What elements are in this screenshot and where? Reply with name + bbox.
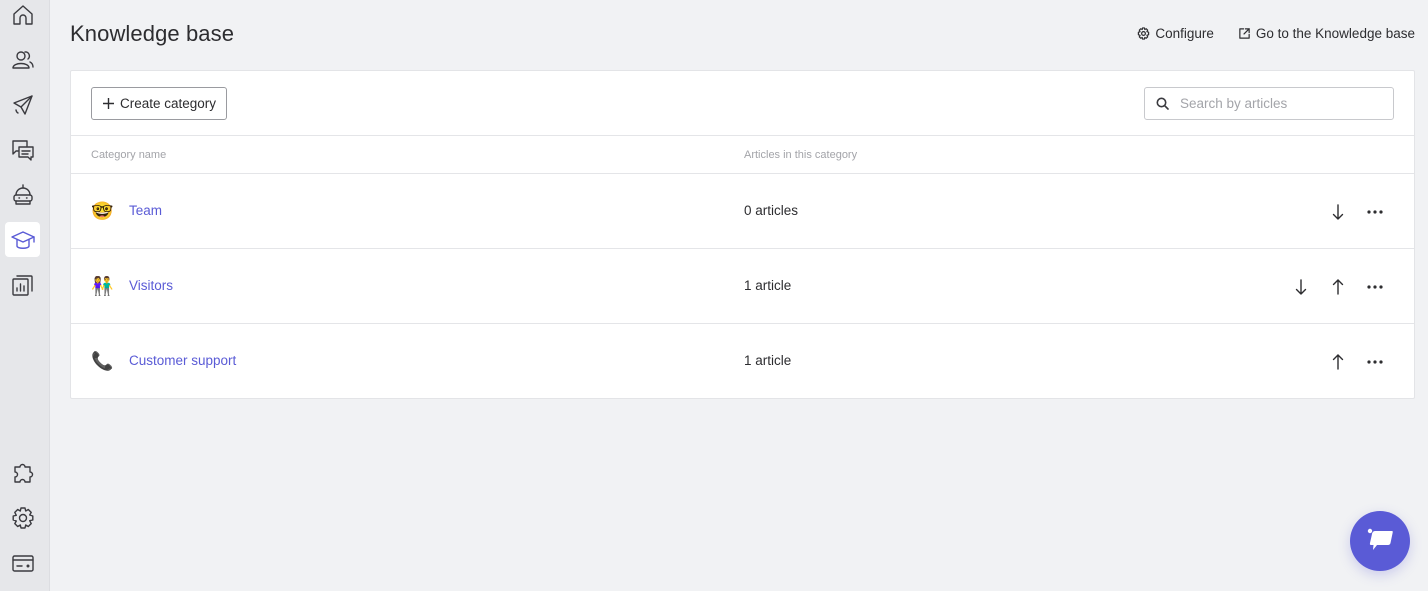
category-emoji-icon: 👫 [91, 276, 114, 296]
table-row: 🤓 Team 0 articles [71, 174, 1414, 249]
arrow-up-icon [1332, 279, 1344, 295]
table-row: 📞 Customer support 1 article [71, 324, 1414, 399]
gear-icon [1138, 27, 1150, 40]
bot-icon [12, 183, 33, 205]
sidebar-item-billing[interactable] [5, 545, 40, 580]
category-link[interactable]: Team [129, 203, 162, 218]
chat-bubble-icon [1367, 528, 1393, 550]
card-toolbar: Create category [71, 71, 1414, 136]
sidebar-item-bot[interactable] [5, 177, 40, 212]
conversations-icon [11, 139, 34, 161]
knowledge-base-icon [10, 230, 35, 249]
main-content: Knowledge base Configure Go to the Knowl… [50, 0, 1428, 591]
billing-icon [11, 554, 34, 572]
arrow-down-icon [1295, 279, 1307, 295]
search-input[interactable] [1180, 96, 1380, 111]
more-horizontal-icon [1367, 285, 1383, 289]
configure-label: Configure [1155, 26, 1214, 41]
arrow-up-icon [1332, 354, 1344, 370]
table-row: 👫 Visitors 1 article [71, 249, 1414, 324]
more-horizontal-icon [1367, 360, 1383, 364]
move-down-button[interactable] [1327, 201, 1349, 223]
settings-icon [12, 506, 33, 529]
more-options-button[interactable] [1364, 276, 1386, 298]
sidebar-item-conversations[interactable] [5, 132, 40, 167]
search-field[interactable] [1144, 87, 1394, 120]
category-emoji-icon: 🤓 [91, 201, 114, 221]
configure-link[interactable]: Configure [1137, 26, 1214, 41]
arrow-down-icon [1332, 204, 1344, 220]
sidebar [0, 0, 50, 591]
page-title: Knowledge base [70, 21, 235, 46]
column-header-category-name: Category name [91, 149, 167, 161]
move-up-button[interactable] [1327, 276, 1349, 298]
category-emoji-icon: 📞 [91, 351, 114, 371]
article-count: 1 article [744, 278, 792, 293]
category-link[interactable]: Customer support [129, 353, 236, 368]
chat-widget-button[interactable] [1350, 511, 1410, 571]
sidebar-item-home[interactable] [5, 0, 40, 32]
contacts-icon [11, 50, 34, 69]
more-options-button[interactable] [1364, 351, 1386, 373]
go-to-knowledge-base-link[interactable]: Go to the Knowledge base [1238, 26, 1415, 41]
sidebar-item-contacts[interactable] [5, 42, 40, 77]
go-to-knowledge-base-label: Go to the Knowledge base [1255, 26, 1415, 41]
home-icon [12, 4, 33, 25]
move-up-button[interactable] [1327, 351, 1349, 373]
sidebar-item-integrations[interactable] [5, 455, 40, 490]
sidebar-item-settings[interactable] [5, 500, 40, 535]
sidebar-item-campaigns[interactable] [5, 87, 40, 122]
categories-card: Create category Category name Articles i… [70, 70, 1415, 399]
header-actions: Configure Go to the Knowledge base [1137, 26, 1415, 41]
move-down-button[interactable] [1290, 276, 1312, 298]
more-horizontal-icon [1367, 210, 1383, 214]
sidebar-item-knowledge-base[interactable] [5, 222, 40, 257]
external-link-icon [1239, 28, 1250, 39]
article-count: 0 articles [744, 203, 799, 218]
reports-icon [11, 274, 33, 296]
article-count: 1 article [744, 353, 792, 368]
search-icon [1156, 97, 1169, 110]
sidebar-item-reports[interactable] [5, 267, 40, 302]
campaigns-icon [12, 94, 33, 115]
create-category-label: Create category [120, 96, 217, 111]
integrations-icon [13, 463, 33, 483]
column-header-articles-count: Articles in this category [744, 149, 858, 161]
table-header: Category name Articles in this category [71, 136, 1414, 174]
create-category-button[interactable]: Create category [91, 87, 228, 120]
more-options-button[interactable] [1364, 201, 1386, 223]
category-link[interactable]: Visitors [129, 278, 173, 293]
plus-icon [103, 98, 114, 109]
